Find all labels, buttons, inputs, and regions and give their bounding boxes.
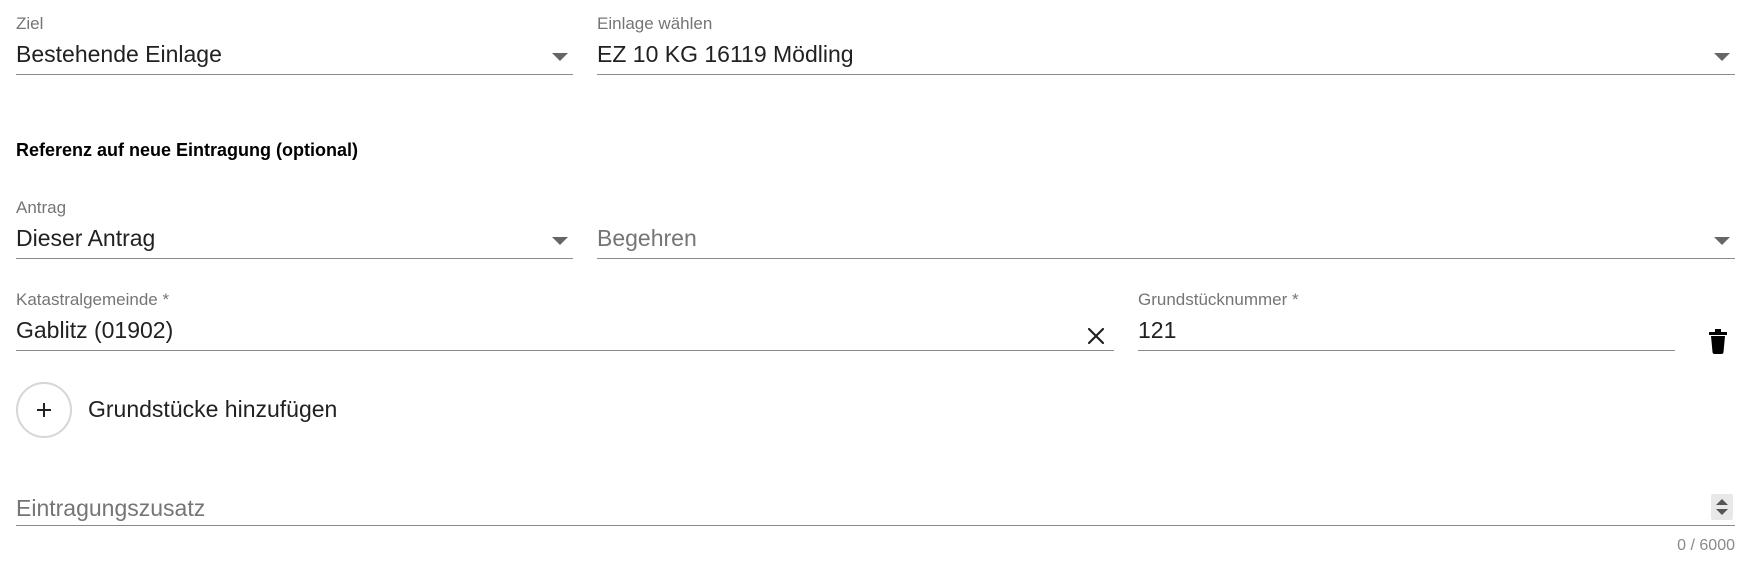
einlage-label: Einlage wählen (597, 14, 713, 33)
begehren-select[interactable]: Begehren (597, 194, 1735, 260)
grundstuecknummer-value: 121 (1138, 317, 1177, 343)
dropdown-arrow-icon (1714, 237, 1730, 245)
add-grundstuecke-label: Grundstücke hinzufügen (88, 396, 338, 422)
begehren-placeholder: Begehren (597, 225, 697, 251)
ziel-value: Bestehende Einlage (16, 41, 222, 67)
antrag-select[interactable]: Antrag Dieser Antrag (16, 194, 573, 260)
einlage-underline (597, 74, 1735, 75)
eintragungszusatz-placeholder: Eintragungszusatz (16, 495, 206, 521)
close-icon[interactable] (1085, 325, 1107, 347)
katastralgemeinde-value: Gablitz (01902) (16, 317, 174, 343)
begehren-underline (597, 258, 1735, 259)
plus-icon (16, 382, 72, 438)
ziel-underline (16, 74, 573, 75)
add-grundstuecke-button[interactable]: Grundstücke hinzufügen (16, 381, 356, 441)
character-counter: 0 / 6000 (1677, 537, 1735, 554)
eintragungszusatz-field[interactable]: Eintragungszusatz (16, 486, 1735, 528)
einlage-value: EZ 10 KG 16119 Mödling (597, 41, 854, 67)
dropdown-arrow-icon (552, 53, 568, 61)
einlage-select[interactable]: Einlage wählen EZ 10 KG 16119 Mödling (597, 10, 1735, 76)
katastralgemeinde-field[interactable]: Katastralgemeinde * Gablitz (01902) (16, 286, 1114, 352)
grundstuecknummer-underline (1138, 350, 1675, 351)
dropdown-arrow-icon (552, 237, 568, 245)
eintragungszusatz-underline (16, 525, 1735, 526)
antrag-underline (16, 258, 573, 259)
spinner-icon[interactable] (1711, 494, 1733, 520)
trash-icon[interactable] (1707, 329, 1729, 354)
katastralgemeinde-underline (16, 350, 1114, 351)
antrag-value: Dieser Antrag (16, 225, 156, 251)
dropdown-arrow-icon (1714, 53, 1730, 61)
ziel-label: Ziel (16, 14, 44, 33)
katastralgemeinde-label: Katastralgemeinde * (16, 290, 170, 309)
grundstuecknummer-field[interactable]: Grundstücknummer * 121 (1138, 286, 1675, 352)
ziel-select[interactable]: Ziel Bestehende Einlage (16, 10, 573, 76)
section-title: Referenz auf neue Eintragung (optional) (16, 140, 359, 160)
grundstuecknummer-label: Grundstücknummer * (1138, 290, 1299, 309)
antrag-label: Antrag (16, 198, 67, 217)
